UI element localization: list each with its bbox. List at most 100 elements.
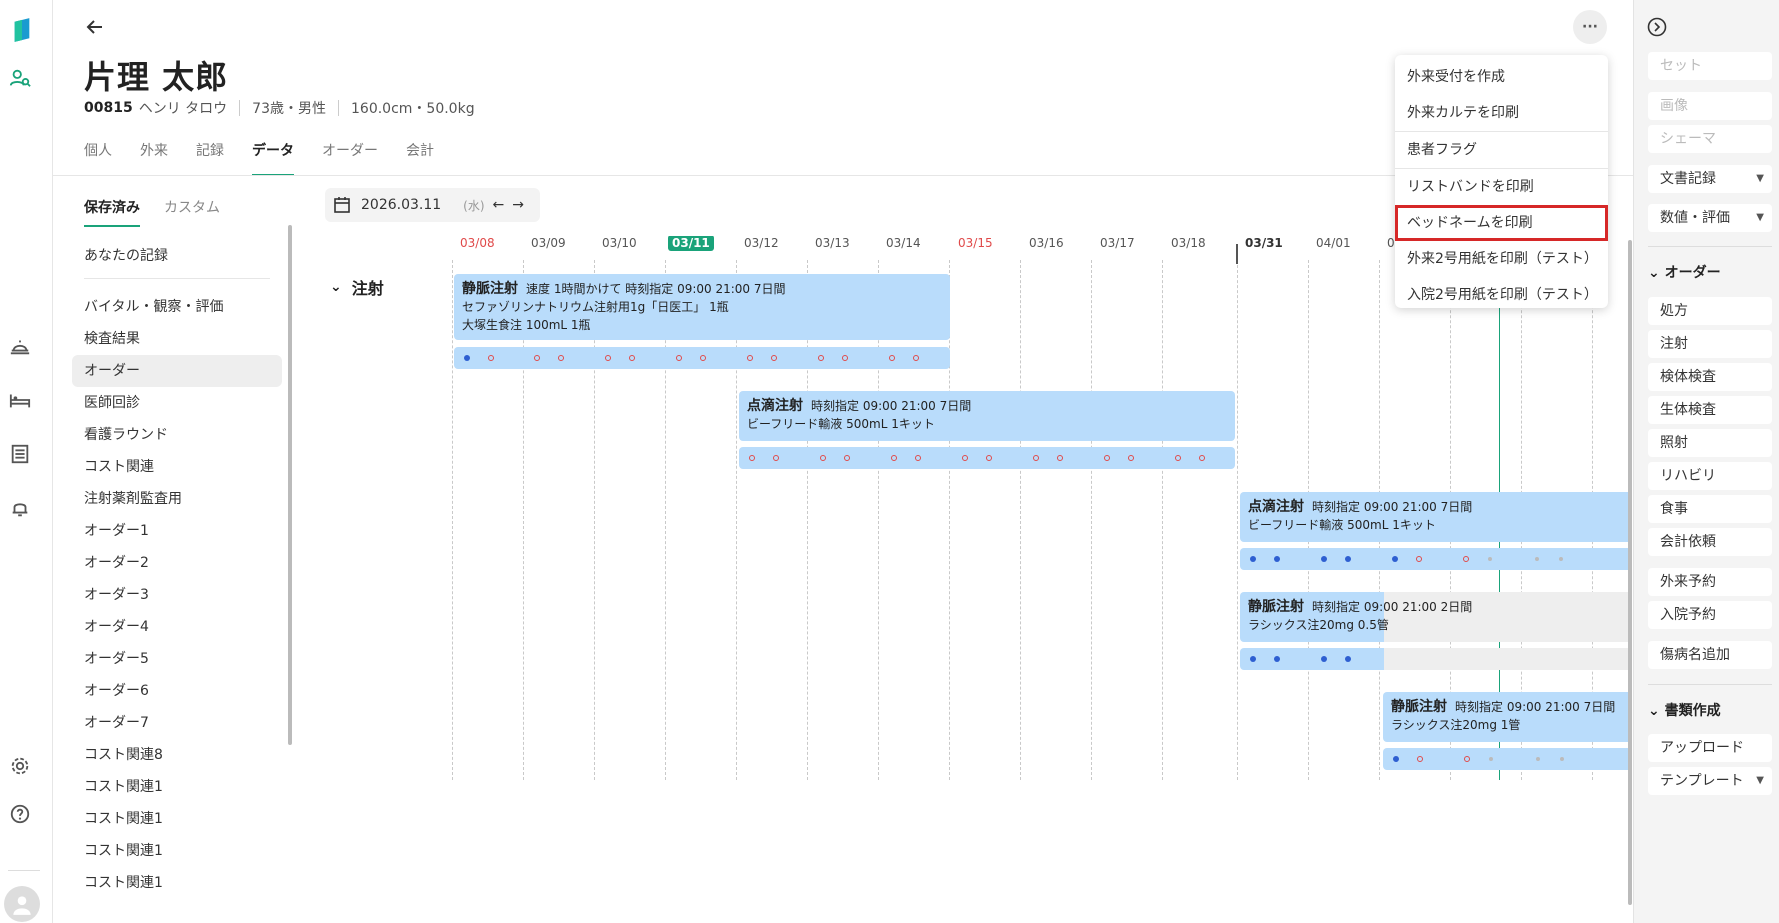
dose-dot-pending[interactable] (818, 355, 824, 361)
add-disease-button[interactable]: 傷病名追加 (1648, 641, 1772, 669)
list-item[interactable]: オーダー2 (72, 547, 282, 579)
docs-section-header[interactable]: ⌄ 書類作成 (1648, 700, 1721, 720)
dose-dot-pending[interactable] (676, 355, 682, 361)
avatar[interactable] (4, 886, 40, 922)
dose-dot-pending[interactable] (1104, 455, 1110, 461)
menu-print-bed-name[interactable]: ベッドネームを印刷 (1395, 205, 1608, 241)
dose-dot-pending[interactable] (1417, 756, 1423, 762)
menu-print-inpatient-form2[interactable]: 入院2号用紙を印刷（テスト） (1395, 277, 1608, 313)
tab-outpatient[interactable]: 外来 (140, 140, 168, 176)
dose-dot-future[interactable] (1535, 557, 1539, 561)
bed-icon[interactable] (8, 388, 32, 412)
list-item[interactable]: コスト関連1 (72, 867, 282, 899)
dose-dot-future[interactable] (1559, 557, 1563, 561)
order-block[interactable]: 点滴注射 時刻指定 09:00 21:00 7日間 ビーフリード輸液 500mL … (739, 391, 1235, 441)
order-block[interactable]: 静脈注射 時刻指定 09:00 21:00 2日間 ラシックス注20mg 0.5管 (1240, 592, 1632, 642)
reception-icon[interactable] (8, 334, 32, 358)
dose-dot-pending[interactable] (915, 455, 921, 461)
dose-dot-done[interactable] (1321, 656, 1327, 662)
menu-print-outpatient-chart[interactable]: 外来カルテを印刷 (1395, 95, 1608, 131)
dose-dot-done[interactable] (1250, 656, 1256, 662)
dose-dot-done[interactable] (1250, 556, 1256, 562)
dose-dot-done[interactable] (1321, 556, 1327, 562)
dose-dot-pending[interactable] (558, 355, 564, 361)
tab-records[interactable]: 記録 (196, 140, 224, 176)
more-menu-button[interactable]: ··· (1573, 10, 1607, 44)
date-picker[interactable]: 2026.03.11 (水) ← → (325, 188, 540, 222)
list-item[interactable]: コスト関連 (72, 451, 282, 483)
order-block[interactable]: 点滴注射 時刻指定 09:00 21:00 7日間 ビーフリード輸液 500mL … (1240, 492, 1632, 542)
order-button[interactable]: 食事 (1648, 495, 1772, 523)
tab-data[interactable]: データ (252, 140, 294, 176)
back-arrow-icon[interactable] (84, 16, 106, 38)
subtab-custom[interactable]: カスタム (164, 197, 220, 227)
dose-dot-pending[interactable] (1033, 455, 1039, 461)
order-button[interactable]: リハビリ (1648, 462, 1772, 490)
image-button[interactable]: 画像 (1648, 92, 1772, 120)
list-item[interactable]: オーダー4 (72, 611, 282, 643)
dose-dot-pending[interactable] (1416, 556, 1422, 562)
set-button[interactable]: セット (1648, 52, 1772, 80)
order-section-header[interactable]: ⌄ オーダー (1648, 262, 1721, 282)
dose-dot-future[interactable] (1488, 557, 1492, 561)
menu-print-wristband[interactable]: リストバンドを印刷 (1395, 169, 1608, 205)
list-item[interactable]: 注射薬剤監査用 (72, 483, 282, 515)
order-button[interactable]: 注射 (1648, 330, 1772, 358)
dose-dot-pending[interactable] (1464, 756, 1470, 762)
patient-search-icon[interactable] (8, 66, 32, 90)
dose-dot-done[interactable] (1274, 556, 1280, 562)
dose-dot-pending[interactable] (700, 355, 706, 361)
dose-dot-pending[interactable] (986, 455, 992, 461)
dose-dot-future[interactable] (1560, 757, 1564, 761)
dose-dot-pending[interactable] (913, 355, 919, 361)
dose-dot-pending[interactable] (773, 455, 779, 461)
order-block[interactable]: 静脈注射 時刻指定 09:00 21:00 7日間 ラシックス注20mg 1管 (1383, 692, 1632, 742)
list-item[interactable]: コスト関連1 (72, 835, 282, 867)
dose-dot-pending[interactable] (1463, 556, 1469, 562)
list-item[interactable]: コスト関連1 (72, 771, 282, 803)
dose-dot-pending[interactable] (820, 455, 826, 461)
order-button[interactable]: 会計依頼 (1648, 528, 1772, 556)
schema-button[interactable]: シェーマ (1648, 125, 1772, 153)
outpatient-reserve-button[interactable]: 外来予約 (1648, 568, 1772, 596)
dose-dot-pending[interactable] (1199, 455, 1205, 461)
upload-button[interactable]: アップロード (1648, 734, 1772, 762)
tab-personal[interactable]: 個人 (84, 140, 112, 176)
dose-dot-done[interactable] (1274, 656, 1280, 662)
doc-record-button[interactable]: 文書記録 ▼ (1648, 165, 1772, 193)
dose-dot-pending[interactable] (488, 355, 494, 361)
settings-icon[interactable] (8, 754, 32, 778)
list-item[interactable]: コスト関連1 (72, 803, 282, 835)
menu-patient-flag[interactable]: 患者フラグ (1395, 132, 1608, 168)
list-item[interactable]: 看護ラウンド (72, 419, 282, 451)
prev-date-button[interactable]: ← (493, 197, 505, 213)
main-scrollbar[interactable] (1628, 240, 1632, 905)
dose-dot-pending[interactable] (749, 455, 755, 461)
dose-dot-pending[interactable] (605, 355, 611, 361)
dose-dot-pending[interactable] (1057, 455, 1063, 461)
dose-dot-done[interactable] (1393, 756, 1399, 762)
template-button[interactable]: テンプレート ▼ (1648, 767, 1772, 795)
dose-dot-pending[interactable] (1175, 455, 1181, 461)
dose-dot-pending[interactable] (1128, 455, 1134, 461)
dose-dot-pending[interactable] (842, 355, 848, 361)
dose-dot-done[interactable] (464, 355, 470, 361)
bell-icon[interactable] (8, 496, 32, 520)
next-date-button[interactable]: → (512, 197, 524, 213)
dose-dot-future[interactable] (1489, 757, 1493, 761)
numeric-eval-button[interactable]: 数値・評価 ▼ (1648, 204, 1772, 232)
dose-dot-pending[interactable] (747, 355, 753, 361)
list-item[interactable]: 医師回診 (72, 387, 282, 419)
dose-dot-future[interactable] (1536, 757, 1540, 761)
logo-icon[interactable] (10, 18, 34, 42)
tab-billing[interactable]: 会計 (406, 140, 434, 176)
list-item[interactable]: オーダー3 (72, 579, 282, 611)
list-item[interactable]: バイタル・観察・評価 (72, 291, 282, 323)
dose-dot-pending[interactable] (891, 455, 897, 461)
order-button[interactable]: 検体検査 (1648, 363, 1772, 391)
dose-dot-pending[interactable] (771, 355, 777, 361)
order-button[interactable]: 生体検査 (1648, 396, 1772, 424)
list-item[interactable]: コスト関連8 (72, 739, 282, 771)
dose-dot-pending[interactable] (889, 355, 895, 361)
dose-dot-done[interactable] (1345, 656, 1351, 662)
